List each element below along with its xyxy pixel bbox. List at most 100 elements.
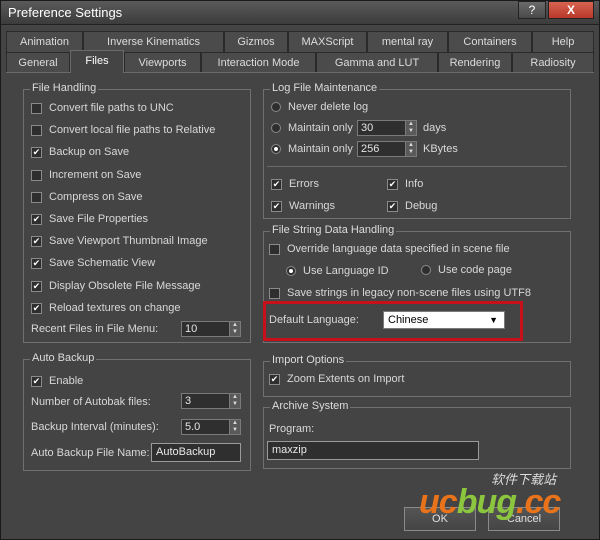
tab-gizmos[interactable]: Gizmos [224, 31, 288, 52]
tab-interaction-mode[interactable]: Interaction Mode [201, 52, 316, 73]
spin-down-icon[interactable]: ▼ [230, 401, 240, 408]
backup-interval-value[interactable]: 5.0 [181, 419, 230, 435]
file-handling-checkbox[interactable] [31, 124, 42, 136]
spin-down-icon[interactable]: ▼ [230, 427, 240, 434]
warnings-checkbox[interactable]: ✔ [271, 200, 282, 212]
backup-name-input[interactable]: AutoBackup [151, 443, 241, 462]
spin-up-icon[interactable]: ▲ [230, 420, 240, 427]
enable-checkbox-row[interactable]: ✔ Enable [31, 373, 83, 389]
tab-maxscript[interactable]: MAXScript [288, 31, 367, 52]
file-handling-option[interactable]: ✔ Save Schematic View [31, 255, 155, 271]
maintain-kb-radio[interactable] [271, 144, 281, 154]
file-handling-checkbox[interactable]: ✔ [31, 257, 42, 269]
use-code-page-radio[interactable] [421, 265, 431, 275]
file-handling-checkbox[interactable]: ✔ [31, 280, 42, 292]
tab-animation[interactable]: Animation [6, 31, 83, 52]
override-language-row[interactable]: Override language data specified in scen… [269, 241, 510, 257]
maintain-kb-spinner[interactable]: 256 ▲ ▼ [357, 141, 417, 157]
file-handling-option[interactable]: ✔ Save File Properties [31, 211, 148, 227]
recent-files-arrows[interactable]: ▲ ▼ [230, 321, 241, 337]
help-button[interactable]: ? [518, 1, 546, 19]
tab-inverse-kinematics[interactable]: Inverse Kinematics [83, 31, 224, 52]
file-handling-checkbox[interactable]: ✔ [31, 235, 42, 247]
log-maintenance-title: Log File Maintenance [270, 82, 380, 94]
override-language-label: Override language data specified in scen… [287, 243, 510, 255]
spin-up-icon[interactable]: ▲ [406, 121, 416, 128]
backup-name-row: Auto Backup File Name: [31, 445, 150, 461]
info-row[interactable]: ✔ Info [387, 176, 423, 192]
file-handling-option[interactable]: Increment on Save [31, 167, 141, 183]
autobak-count-value[interactable]: 3 [181, 393, 230, 409]
tab-containers[interactable]: Containers [448, 31, 532, 52]
close-button[interactable]: X [548, 1, 594, 19]
use-language-id-radio[interactable] [286, 266, 296, 276]
maintain-days-row[interactable]: Maintain only [271, 120, 353, 136]
file-handling-checkbox[interactable]: ✔ [31, 146, 42, 158]
file-handling-checkbox[interactable] [31, 169, 42, 181]
never-delete-row[interactable]: Never delete log [271, 99, 368, 115]
enable-checkbox[interactable]: ✔ [31, 375, 42, 387]
autobak-count-arrows[interactable]: ▲ ▼ [230, 393, 241, 409]
warnings-row[interactable]: ✔ Warnings [271, 198, 335, 214]
errors-row[interactable]: ✔ Errors [271, 176, 319, 192]
debug-row[interactable]: ✔ Debug [387, 198, 437, 214]
legacy-utf8-row[interactable]: Save strings in legacy non-scene files u… [269, 285, 531, 301]
file-handling-option[interactable]: ✔ Reload textures on change [31, 300, 180, 316]
spin-up-icon[interactable]: ▲ [406, 142, 416, 149]
backup-interval-arrows[interactable]: ▲ ▼ [230, 419, 241, 435]
radio-selected-dot [289, 269, 293, 273]
debug-checkbox[interactable]: ✔ [387, 200, 398, 212]
tab-gamma-and-lut[interactable]: Gamma and LUT [316, 52, 438, 73]
maintain-days-value[interactable]: 30 [357, 120, 406, 136]
file-handling-option[interactable]: ✔ Save Viewport Thumbnail Image [31, 233, 208, 249]
spin-down-icon[interactable]: ▼ [406, 128, 416, 135]
title-bar: Preference Settings ? X [1, 1, 599, 25]
file-handling-option[interactable]: Convert file paths to UNC [31, 100, 174, 116]
file-handling-option[interactable]: ✔ Backup on Save [31, 144, 129, 160]
program-input[interactable]: maxzip [267, 441, 479, 460]
spin-up-icon[interactable]: ▲ [230, 394, 240, 401]
tab-files[interactable]: Files [70, 50, 124, 73]
zoom-extents-label: Zoom Extents on Import [287, 373, 405, 385]
preference-settings-window: Preference Settings ? X Animation Invers… [0, 0, 600, 540]
file-handling-checkbox[interactable]: ✔ [31, 213, 42, 225]
spin-up-icon[interactable]: ▲ [230, 322, 240, 329]
errors-label: Errors [289, 178, 319, 190]
file-handling-checkbox[interactable] [31, 191, 42, 203]
maintain-kb-arrows[interactable]: ▲ ▼ [406, 141, 417, 157]
tab-mental-ray[interactable]: mental ray [367, 31, 448, 52]
tab-general[interactable]: General [6, 52, 70, 73]
zoom-extents-checkbox[interactable]: ✔ [269, 373, 280, 385]
tab-radiosity[interactable]: Radiosity [512, 52, 594, 73]
recent-files-spinner[interactable]: 10 ▲ ▼ [181, 321, 241, 337]
override-language-checkbox[interactable] [269, 243, 280, 255]
spin-down-icon[interactable]: ▼ [230, 329, 240, 336]
maintain-days-label: Maintain only [288, 122, 353, 134]
maintain-days-arrows[interactable]: ▲ ▼ [406, 120, 417, 136]
recent-files-value[interactable]: 10 [181, 321, 230, 337]
info-checkbox[interactable]: ✔ [387, 178, 398, 190]
maintain-days-spinner[interactable]: 30 ▲ ▼ [357, 120, 417, 136]
maintain-kb-row[interactable]: Maintain only [271, 141, 353, 157]
backup-interval-spinner[interactable]: 5.0 ▲ ▼ [181, 419, 241, 435]
days-unit: days [423, 122, 447, 134]
use-language-id-row[interactable]: Use Language ID [286, 263, 389, 279]
tab-viewports[interactable]: Viewports [124, 52, 201, 73]
file-handling-checkbox[interactable] [31, 102, 42, 114]
maintain-days-radio[interactable] [271, 123, 281, 133]
file-handling-option[interactable]: ✔ Display Obsolete File Message [31, 278, 201, 294]
tab-rendering[interactable]: Rendering [438, 52, 512, 73]
zoom-extents-row[interactable]: ✔ Zoom Extents on Import [269, 371, 404, 387]
never-delete-radio[interactable] [271, 102, 281, 112]
program-label: Program: [269, 423, 315, 435]
file-handling-checkbox[interactable]: ✔ [31, 302, 42, 314]
use-code-page-row[interactable]: Use code page [421, 262, 512, 278]
file-handling-option[interactable]: Compress on Save [31, 189, 143, 205]
legacy-utf8-checkbox[interactable] [269, 287, 280, 299]
maintain-kb-value[interactable]: 256 [357, 141, 406, 157]
spin-down-icon[interactable]: ▼ [406, 149, 416, 156]
tab-help[interactable]: Help [532, 31, 594, 52]
errors-checkbox[interactable]: ✔ [271, 178, 282, 190]
file-handling-option[interactable]: Convert local file paths to Relative [31, 122, 215, 138]
autobak-count-spinner[interactable]: 3 ▲ ▼ [181, 393, 241, 409]
